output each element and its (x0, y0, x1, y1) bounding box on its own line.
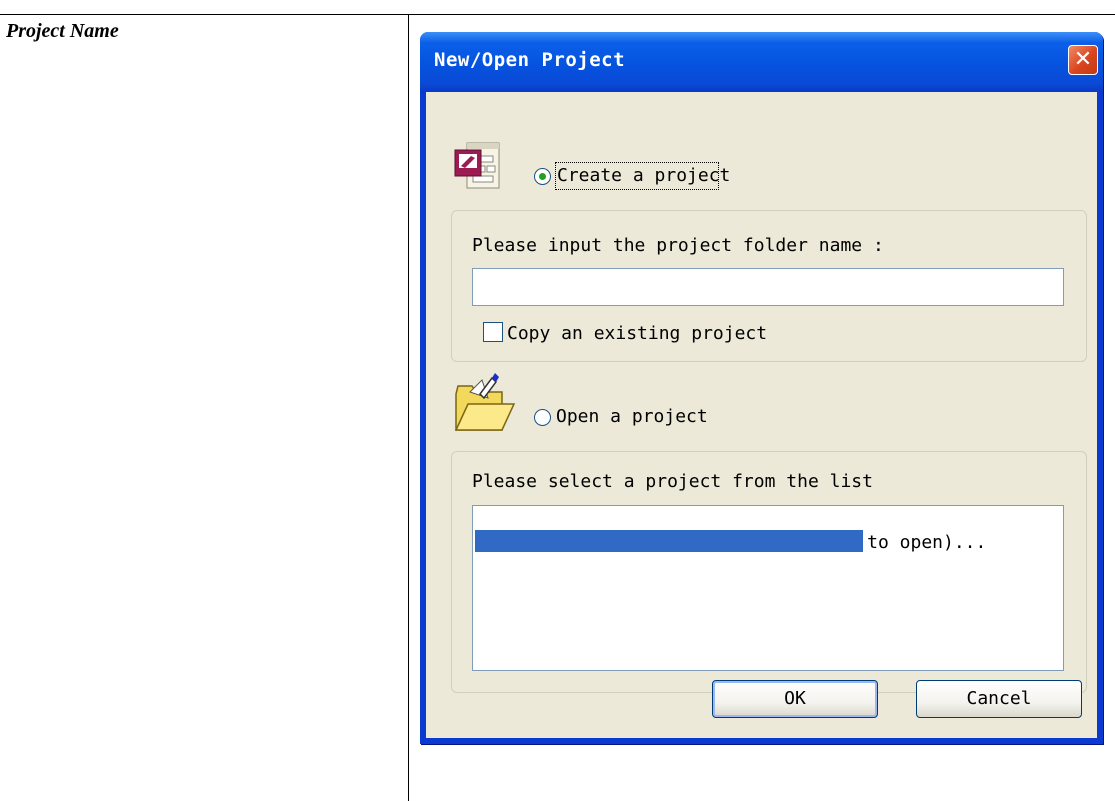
project-list-prompt: Please select a project from the list (472, 471, 873, 492)
project-list[interactable]: Other Position(Double click to open)... … (472, 505, 1064, 671)
folder-name-input[interactable] (472, 268, 1064, 306)
copy-existing-label[interactable]: Copy an existing project (507, 323, 767, 344)
create-project-radio[interactable] (534, 168, 551, 185)
cell-title: Project Name (6, 20, 119, 42)
close-icon: ✕ (1073, 47, 1093, 72)
ok-button[interactable]: OK (712, 680, 878, 718)
table-border-divider (408, 14, 409, 801)
open-project-label[interactable]: Open a project (556, 406, 708, 427)
cancel-button[interactable]: Cancel (916, 680, 1082, 718)
list-item-label: C:\South Free Go Survey Data\io\io.tak (563, 552, 976, 573)
close-button[interactable]: ✕ (1068, 45, 1098, 75)
copy-existing-checkbox[interactable] (483, 322, 503, 342)
dialog-title-bar[interactable]: New/Open Project ✕ (420, 32, 1103, 92)
create-project-label[interactable]: Create a project (557, 165, 730, 186)
table-border-top (0, 14, 1115, 15)
dialog-title: New/Open Project (434, 49, 626, 71)
project-database-icon (454, 142, 500, 189)
folder-name-value (473, 276, 477, 297)
folder-name-prompt: Please input the project folder name : (472, 235, 884, 256)
list-item[interactable]: C:\South Free Go Survey Data\io\io.tak (475, 530, 976, 573)
new-open-project-dialog: New/Open Project ✕ Create a project Plea… (420, 32, 1103, 744)
open-folder-icon (454, 373, 516, 431)
list-item[interactable]: Other Position(Double click to open)... (475, 510, 1061, 553)
dialog-body: Create a project Please input the projec… (426, 92, 1097, 738)
open-project-radio[interactable] (534, 409, 551, 426)
